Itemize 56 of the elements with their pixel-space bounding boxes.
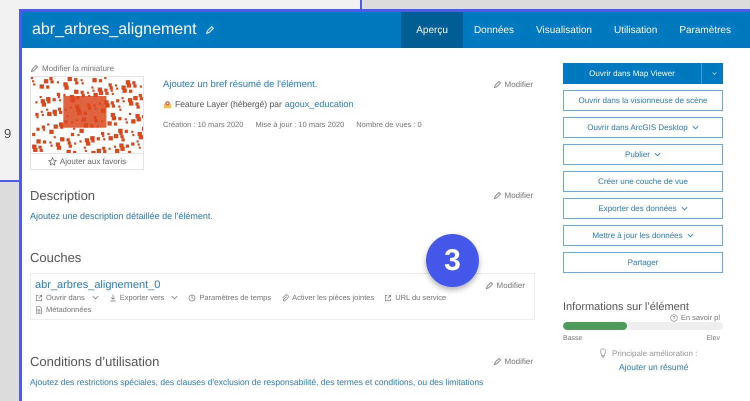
- section-title: Description: [30, 188, 96, 203]
- nav-tab[interactable]: Paramètres: [668, 12, 742, 48]
- edit-link[interactable]: Modifier: [484, 280, 525, 290]
- section-title: Conditions d’utilisation: [30, 354, 160, 369]
- improvement-link[interactable]: Ajouter un résumé: [619, 362, 723, 372]
- paperclip-icon: [281, 294, 290, 302]
- pencil-icon: [492, 357, 502, 366]
- feature-layer-icon: [163, 100, 172, 108]
- clock-icon: [188, 294, 196, 302]
- section-title: Couches: [30, 250, 82, 265]
- action-button[interactable]: Mettre à jour les données: [563, 225, 723, 246]
- pencil-icon: [30, 64, 39, 73]
- lightbulb-icon: [599, 348, 607, 359]
- pencil-icon: [492, 80, 502, 89]
- caret-icon: [692, 125, 699, 130]
- pencil-icon[interactable]: [204, 25, 215, 35]
- action-button[interactable]: Exporter des données: [563, 198, 723, 219]
- layer-link[interactable]: abr_arbres_alignement_0: [35, 279, 160, 291]
- help-icon: [670, 314, 678, 322]
- nav-tab[interactable]: Aperçu: [401, 12, 463, 48]
- caret-icon: [171, 295, 178, 300]
- summary-link[interactable]: Ajoutez un bref résumé de l'élément.: [163, 79, 318, 90]
- edit-link[interactable]: Modifier: [492, 80, 533, 89]
- pencil-icon: [492, 191, 502, 200]
- pencil-icon: [484, 280, 494, 290]
- owner-link[interactable]: agoux_education: [284, 99, 354, 109]
- caret-icon: [712, 71, 717, 76]
- background-text: 9: [4, 126, 12, 141]
- item-title: abr_arbres_alignement: [32, 21, 197, 39]
- external-link-icon: [35, 294, 43, 302]
- edit-link[interactable]: Modifier: [492, 191, 533, 200]
- download-icon: [108, 294, 117, 302]
- edit-link[interactable]: Modifier: [492, 357, 533, 366]
- document-icon: [35, 306, 43, 314]
- item-type-text: Feature Layer (hébergé) par: [175, 99, 282, 109]
- nav-tab[interactable]: Visualisation: [524, 12, 603, 48]
- edit-thumbnail-link[interactable]: Modifier la miniature: [30, 64, 535, 73]
- external-link-icon: [384, 294, 392, 302]
- description-link[interactable]: Ajoutez une description détaillée de l'élément.: [30, 211, 535, 221]
- action-button[interactable]: Partager: [563, 252, 723, 273]
- section-title: Informations sur l’élément: [563, 301, 690, 313]
- caret-icon: [686, 233, 694, 238]
- caret-icon: [680, 206, 688, 211]
- improvement-label: Principale amélioration :: [612, 349, 698, 358]
- action-button[interactable]: Publier: [563, 144, 723, 165]
- nav-tab[interactable]: Utilisation: [602, 12, 668, 48]
- favorites-button[interactable]: Ajouter aux favoris: [31, 153, 143, 169]
- action-button[interactable]: Créer une couche de vue: [563, 171, 723, 192]
- caret-icon: [92, 295, 99, 300]
- conditions-link[interactable]: Ajoutez des restrictions spéciales, des clauses d'exclusion de responsabilité, des termes et conditions, ou des limitations: [30, 377, 535, 387]
- action-button[interactable]: Ouvrir dans ArcGIS Desktop: [563, 117, 723, 138]
- step-number-badge: 3: [426, 234, 479, 287]
- star-icon: [48, 157, 57, 166]
- action-button[interactable]: Ouvrir dans la visionneuse de scène: [563, 90, 723, 111]
- caret-icon: [654, 152, 661, 157]
- nav-tab[interactable]: Données: [462, 12, 525, 48]
